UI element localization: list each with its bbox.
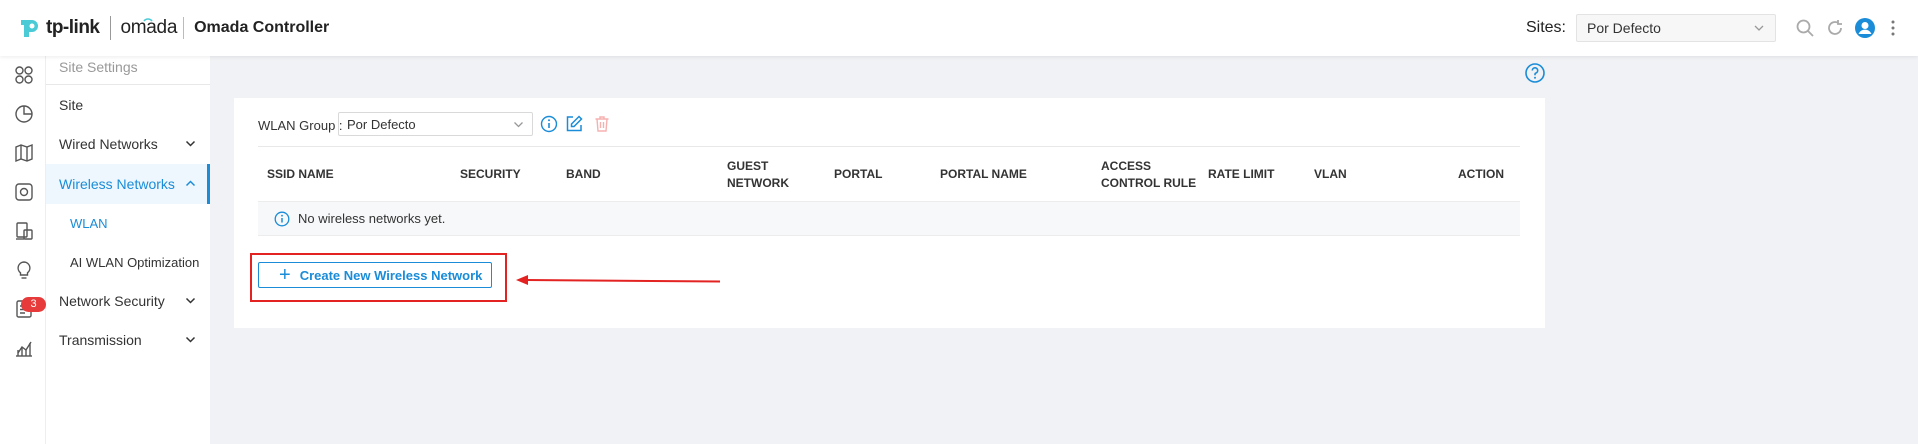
column-header-portal-name[interactable]: PORTAL NAME xyxy=(940,147,1027,202)
search-icon[interactable] xyxy=(1794,17,1816,39)
refresh-icon[interactable] xyxy=(1824,17,1846,39)
app-title: Omada Controller xyxy=(194,19,330,36)
create-button-label: Create New Wireless Network xyxy=(299,267,483,283)
empty-state-row: No wireless networks yet. xyxy=(258,201,1520,236)
column-header-access-control-rule[interactable]: ACCESS CONTROL RULE xyxy=(1101,147,1201,202)
edit-icon[interactable] xyxy=(565,115,583,133)
wlan-group-value: Por Defecto xyxy=(347,117,416,132)
column-header-portal[interactable]: PORTAL xyxy=(834,147,882,202)
sidebar-item-label: Site xyxy=(59,97,84,113)
logs-badge: 3 xyxy=(21,297,46,312)
sidebar-item-label: Wired Networks xyxy=(59,136,158,152)
help-icon[interactable] xyxy=(1524,62,1546,84)
user-avatar-icon[interactable] xyxy=(1854,17,1876,39)
plus-icon: + xyxy=(279,264,291,286)
info-icon[interactable] xyxy=(540,115,558,133)
sites-select[interactable]: Por Defecto xyxy=(1576,14,1776,42)
column-header-action[interactable]: ACTION xyxy=(1458,147,1504,202)
sidebar-item-transmission[interactable]: Transmission xyxy=(46,320,210,360)
delete-icon[interactable] xyxy=(593,115,611,133)
table-header: SSID NAME SECURITY BAND GUEST NETWORK PO… xyxy=(258,146,1520,201)
column-header-guest-network[interactable]: GUEST NETWORK xyxy=(727,147,807,202)
chevron-down-icon xyxy=(185,336,196,343)
clients-icon[interactable] xyxy=(13,220,35,242)
sidebar-item-wlan[interactable]: WLAN xyxy=(46,203,210,243)
sidebar-item-wireless-networks[interactable]: Wireless Networks xyxy=(46,164,210,204)
column-header-band[interactable]: BAND xyxy=(566,147,601,202)
sidebar-item-label: Network Security xyxy=(59,293,165,309)
column-header-security[interactable]: SECURITY xyxy=(460,147,521,202)
reports-icon[interactable] xyxy=(13,337,35,359)
column-header-ssid-name[interactable]: SSID NAME xyxy=(267,147,334,202)
dashboard-icon[interactable] xyxy=(13,64,35,86)
wlan-group-select[interactable]: Por Defecto xyxy=(338,112,533,136)
wlan-table: SSID NAME SECURITY BAND GUEST NETWORK PO… xyxy=(258,146,1520,236)
top-header: tp-link omada Omada Controller Sites: Po… xyxy=(0,0,1918,56)
icon-rail xyxy=(0,56,46,444)
info-icon xyxy=(274,211,290,226)
column-header-vlan[interactable]: VLAN xyxy=(1314,147,1347,202)
insights-icon[interactable] xyxy=(13,259,35,281)
chevron-down-icon xyxy=(1754,25,1764,31)
chevron-down-icon xyxy=(185,140,196,147)
chevron-down-icon xyxy=(185,297,196,304)
sites-label: Sites: xyxy=(1525,19,1566,36)
wlan-group-label: WLAN Group : xyxy=(258,118,343,133)
sidebar-header: Site Settings xyxy=(46,56,210,85)
tp-link-logo-icon xyxy=(21,20,38,37)
sidebar-item-wired-networks[interactable]: Wired Networks xyxy=(46,124,210,164)
sidebar-item-site[interactable]: Site xyxy=(46,85,210,125)
more-menu-icon[interactable] xyxy=(1882,17,1904,39)
brand-name: tp-link xyxy=(46,17,100,38)
map-icon[interactable] xyxy=(13,142,35,164)
chevron-down-icon xyxy=(514,122,523,128)
empty-state-message: No wireless networks yet. xyxy=(298,211,446,226)
sidebar-item-label: WLAN xyxy=(70,215,108,231)
column-header-rate-limit[interactable]: RATE LIMIT xyxy=(1208,147,1274,202)
settings-sidebar: Site Settings Site Wired Networks Wirele… xyxy=(46,56,210,444)
arrow-annotation-icon xyxy=(516,275,721,285)
sidebar-item-label: Wireless Networks xyxy=(59,176,175,192)
sidebar-item-network-security[interactable]: Network Security xyxy=(46,281,210,321)
create-wireless-network-button[interactable]: + Create New Wireless Network xyxy=(258,262,492,288)
omada-wifi-icon xyxy=(143,18,153,22)
sidebar-item-label: Transmission xyxy=(59,332,142,348)
title-divider xyxy=(183,17,185,39)
chevron-up-icon xyxy=(185,180,196,187)
logo-divider xyxy=(109,16,111,40)
logo[interactable]: tp-link omada Omada Controller xyxy=(18,16,329,40)
sites-select-value: Por Defecto xyxy=(1587,20,1661,36)
sidebar-item-ai-wlan-optimization[interactable]: AI WLAN Optimization xyxy=(46,242,210,282)
devices-icon[interactable] xyxy=(13,181,35,203)
sidebar-item-label: AI WLAN Optimization xyxy=(70,254,200,270)
statistics-icon[interactable] xyxy=(13,103,35,125)
